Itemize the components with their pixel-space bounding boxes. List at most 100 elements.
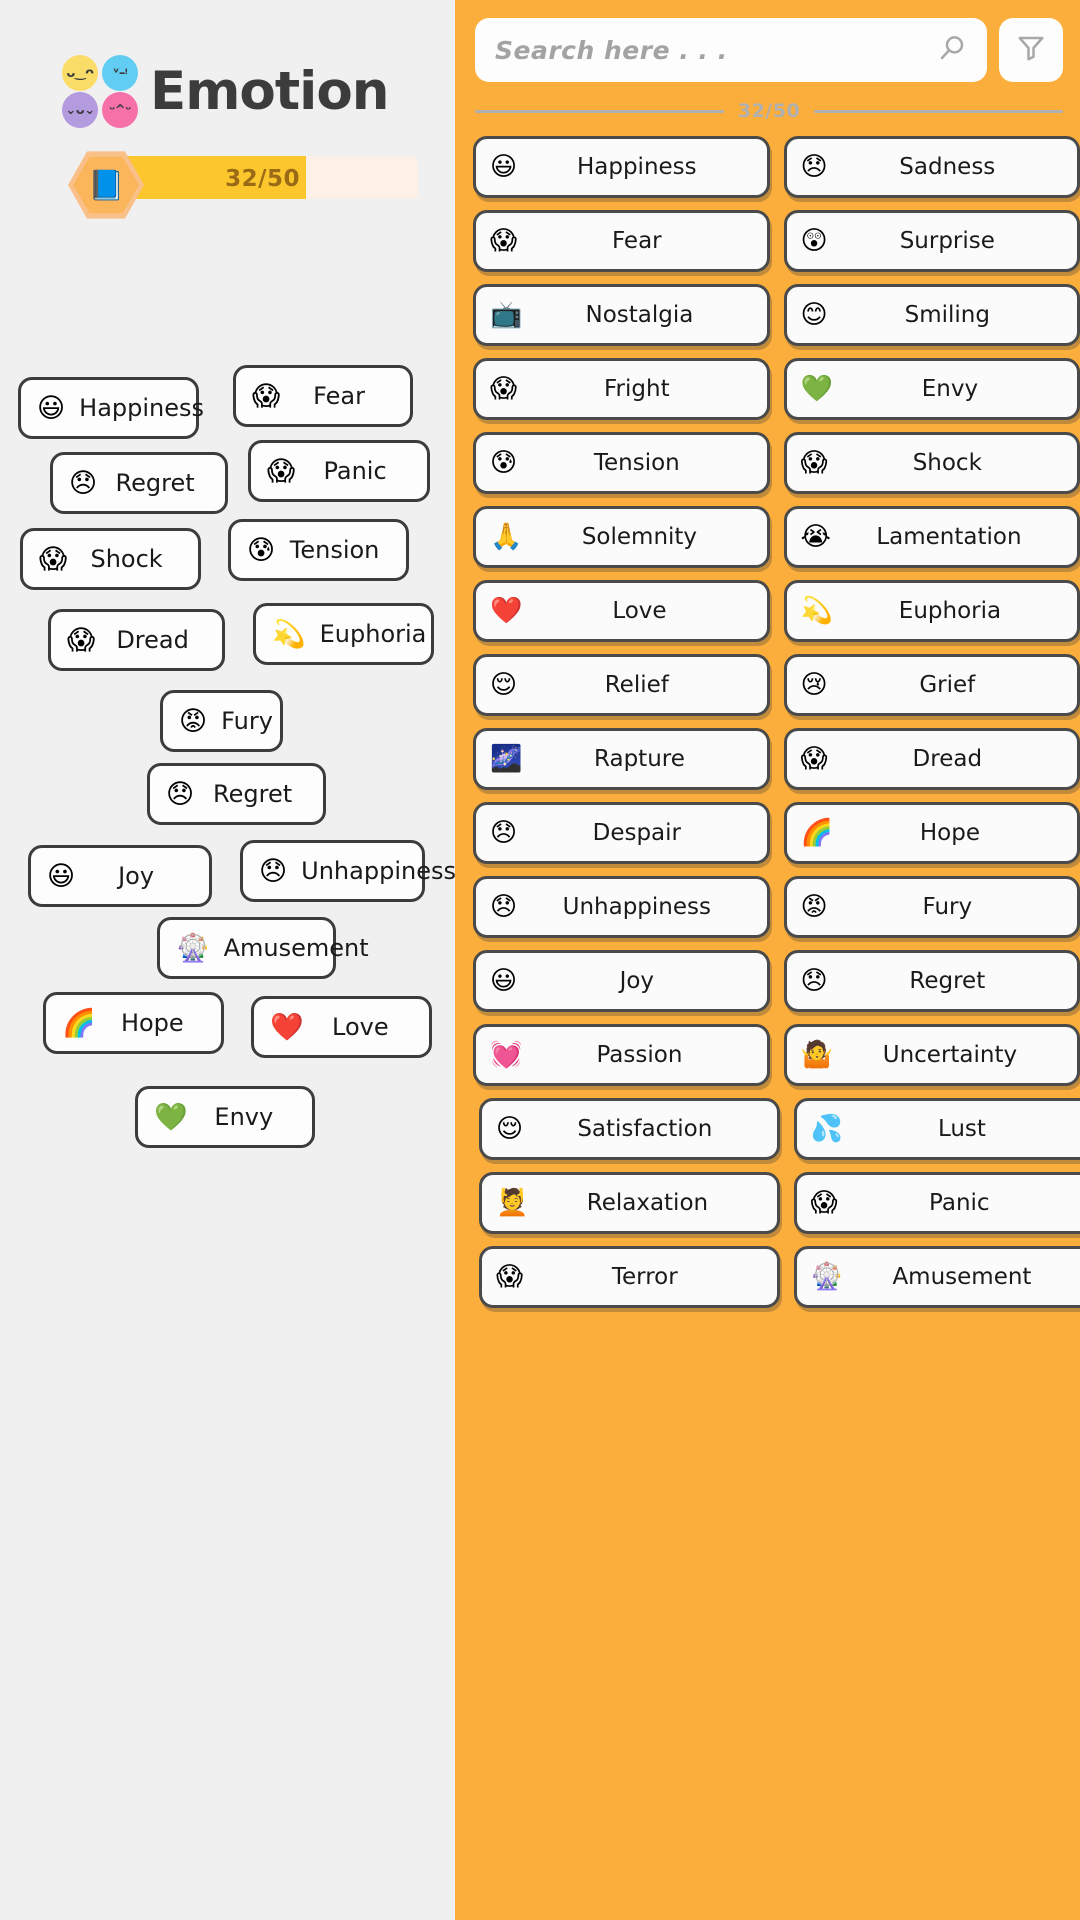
chip-grid-row: 😌 Satisfaction 💦 Lust [473,1098,1080,1160]
filter-funnel-icon [1016,33,1046,67]
emotion-emoji-icon: 🙏 [490,522,523,552]
emotion-emoji-icon: 😞 [800,966,828,996]
chip-grid-row: 📺 Nostalgia 😊 Smiling [473,284,1080,346]
emotion-chip[interactable]: 📺 Nostalgia [473,284,770,346]
emotion-chip[interactable]: 🌈 Hope [783,802,1080,864]
emotion-chip[interactable]: 😱 Fear [473,210,770,272]
emotion-chip[interactable]: 🌌 Rapture [473,728,770,790]
emotion-emoji-icon: 😞 [69,467,98,499]
emotion-emoji-icon: 😱 [810,1188,838,1218]
emotion-emoji-icon: 📺 [490,300,523,330]
emotion-chip-label: Envy [214,1103,274,1131]
emotion-chip[interactable]: 😞 Regret [50,452,228,514]
emotion-chip[interactable]: ❤️ Love [251,996,432,1058]
emotion-chip-label: Tension [289,536,380,564]
emotion-chip[interactable]: 💓 Passion [473,1024,770,1086]
book-icon: 📘 [73,156,139,214]
emotion-chip[interactable]: 😰 Tension [228,519,409,581]
emotion-chip[interactable]: 😱 Shock [783,432,1080,494]
emotion-chip[interactable]: 😱 Fright [473,358,770,420]
emotion-chip[interactable]: 💆 Relaxation [479,1172,780,1234]
emotion-emoji-icon: 🌌 [490,744,523,774]
emotion-chip[interactable]: 😱 Panic [248,440,430,502]
emotion-chip-label: Unhappiness [301,857,456,885]
emotion-chip[interactable]: 😡 Fury [160,690,283,752]
chip-grid-row: 💆 Relaxation 😱 Panic [473,1172,1080,1234]
emotion-chip-label: Satisfaction [577,1116,713,1142]
emotion-chip-label: Hope [120,1009,184,1037]
emotion-chip-label: Uncertainty [882,1042,1018,1068]
emotion-chip-label: Fear [313,382,365,410]
emotion-chip[interactable]: 😡 Fury [783,876,1080,938]
emotion-chip[interactable]: 😱 Dread [783,728,1080,790]
emotion-chip-grid: 😃 Happiness 😞 Sadness 😱 Fear 😲 Surprise 📺 Nostalg… [473,136,1080,1320]
chip-grid-row: 😞 Despair 🌈 Hope [473,802,1080,864]
emotion-chip[interactable]: 🎡 Amusement [793,1246,1080,1308]
emotion-chip[interactable]: 😱 Shock [20,528,201,590]
emotion-chip-label: Fury [221,707,273,735]
emotion-chip[interactable]: 😊 Smiling [783,284,1080,346]
divider-line-left [475,109,724,113]
emotion-emoji-icon: 😱 [39,543,68,575]
emotion-chip[interactable]: 💚 Envy [135,1086,315,1148]
progress-label: 32/50 [225,166,300,192]
emotion-emoji-icon: ❤️ [270,1011,304,1043]
search-row: Search here . . . [475,18,1063,82]
emotion-chip[interactable]: 😱 Fear [233,365,413,427]
emotion-chip[interactable]: 😰 Tension [473,432,770,494]
emotion-emoji-icon: 😊 [800,300,828,330]
emotion-emoji-icon: 😃 [490,966,518,996]
emotion-emoji-icon: 🌈 [800,818,833,848]
emotion-chip-label: Regret [213,780,293,808]
emotion-chip[interactable]: 😞 Regret [147,763,326,825]
count-text: 32/50 [737,100,801,122]
emotion-chip[interactable]: 😞 Sadness [783,136,1080,198]
emotion-chip[interactable]: ❤️ Love [473,580,770,642]
emotion-chip[interactable]: 💫 Euphoria [783,580,1080,642]
emotion-chip-label: Relief [604,672,669,698]
emotion-chip[interactable]: 💚 Envy [783,358,1080,420]
emotion-chip[interactable]: 😃 Happiness [18,377,204,439]
emotion-chip[interactable]: 😞 Regret [783,950,1080,1012]
emotion-emoji-icon: 😡 [179,705,208,737]
emotion-chip[interactable]: 😱 Terror [479,1246,780,1308]
emotion-chip[interactable]: 🎡 Amusement [157,917,369,979]
emotion-emoji-icon: 💫 [800,596,833,626]
chip-grid-row: 💓 Passion 🤷 Uncertainty [473,1024,1080,1086]
emotion-chip-label: Relaxation [586,1190,709,1216]
emotion-chip[interactable]: 😱 Dread [48,609,225,671]
emotion-chip[interactable]: 😢 Grief [783,654,1080,716]
emotion-emoji-icon: 😞 [490,892,518,922]
emotion-chip-label: Happiness [79,394,205,422]
emotion-emoji-icon: 😌 [490,670,518,700]
emotion-emoji-icon: 😭 [800,522,831,552]
emotion-chip[interactable]: 😃 Happiness [473,136,770,198]
search-input[interactable]: Search here . . . [475,18,987,82]
emotion-emoji-icon: 🎡 [176,932,210,964]
emotion-chip[interactable]: 😃 Joy [473,950,770,1012]
emotion-emoji-icon: 😱 [67,624,96,656]
emotion-chip[interactable]: 😱 Panic [793,1172,1080,1234]
emotion-chip[interactable]: 😞 Unhappiness [473,876,770,938]
emotion-chip[interactable]: 😌 Satisfaction [479,1098,780,1160]
emotion-chip[interactable]: 💫 Euphoria [253,603,434,665]
search-icon[interactable] [937,33,967,67]
emotion-chip-label: Nostalgia [585,302,694,328]
emotion-emoji-icon: 😱 [490,374,518,404]
emotion-chip[interactable]: 😭 Lamentation [783,506,1080,568]
emotion-chip[interactable]: 🌈 Hope [43,992,224,1054]
emotion-emoji-icon: 💦 [810,1114,843,1144]
emotion-emoji-icon: 😃 [490,152,518,182]
logo-face-blue-icon: ᵛ–ᵎ [102,55,138,91]
app-logo: ᴗ‿ᴖ ᵛ–ᵎ ⌄ᴗ⌄ ᵕ^ᵕ [62,55,140,128]
emotion-chip[interactable]: 😞 Despair [473,802,770,864]
emotion-chip[interactable]: 😃 Joy [28,845,212,907]
emotion-chip-label: Rapture [594,746,685,772]
emotion-chip[interactable]: 💦 Lust [793,1098,1080,1160]
emotion-chip[interactable]: 🤷 Uncertainty [783,1024,1080,1086]
emotion-chip[interactable]: 🙏 Solemnity [473,506,770,568]
emotion-chip[interactable]: 😲 Surprise [783,210,1080,272]
emotion-chip[interactable]: 😞 Unhappiness [240,840,456,902]
emotion-chip[interactable]: 😌 Relief [473,654,770,716]
filter-button[interactable] [999,18,1063,82]
